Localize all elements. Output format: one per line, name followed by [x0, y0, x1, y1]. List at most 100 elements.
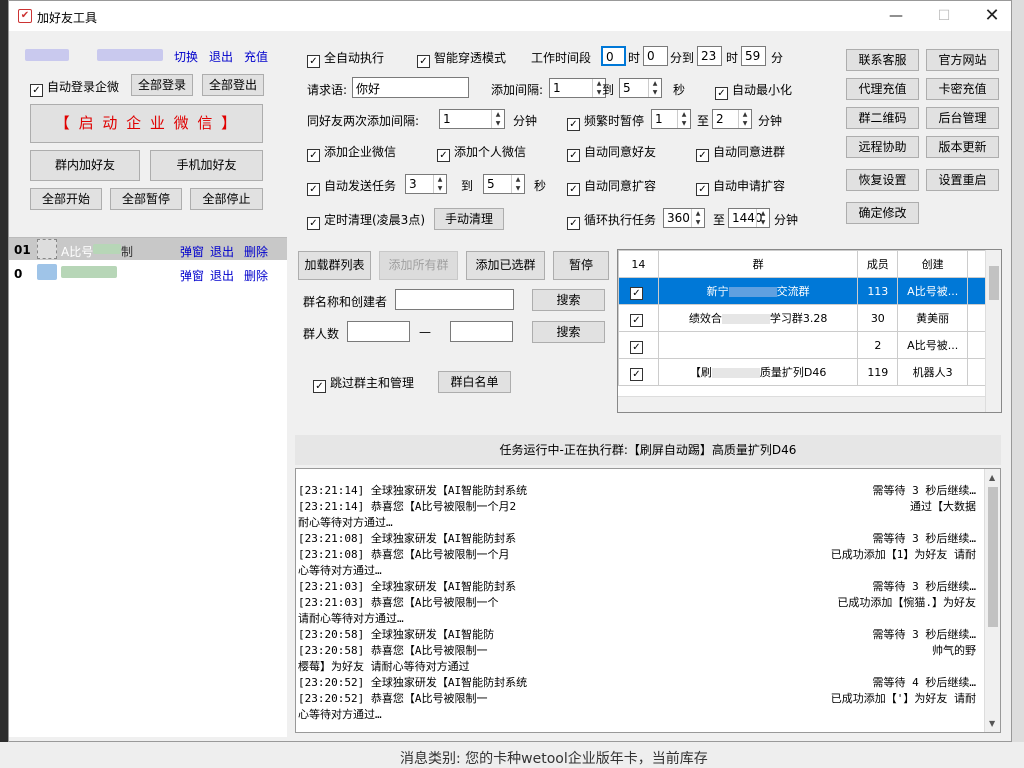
to-label: 到: [461, 179, 474, 193]
loop-to-stepper[interactable]: 1440 ▲ ▼: [728, 208, 770, 228]
delete-link[interactable]: 删除: [244, 267, 268, 284]
start-all-button[interactable]: 全部开始: [30, 188, 102, 210]
add-selected-groups-button[interactable]: 添加已选群: [466, 251, 545, 280]
row-checkbox[interactable]: ✓: [629, 364, 647, 381]
group-name-header[interactable]: 群: [657, 250, 859, 278]
table-row[interactable]: ✓ 2 A比号被...: [618, 331, 988, 359]
whitelist-button[interactable]: 群白名单: [438, 371, 511, 393]
loop-task-checkbox[interactable]: ✓ 循环执行任务: [567, 211, 656, 230]
delete-link[interactable]: 删除: [244, 243, 268, 260]
scroll-thumb[interactable]: [989, 266, 999, 300]
auto-accept-group-checkbox[interactable]: ✓ 自动同意进群: [696, 143, 785, 162]
pause-all-button[interactable]: 全部暂停: [110, 188, 182, 210]
add-all-groups-button[interactable]: 添加所有群: [379, 251, 458, 280]
stop-all-button[interactable]: 全部停止: [190, 188, 263, 210]
smart-mode-checkbox[interactable]: ✓ 智能穿透模式: [417, 49, 506, 68]
spin-arrows-icon[interactable]: ▲ ▼: [677, 110, 690, 128]
table-row[interactable]: ✓ 绩效合 学习群3.28 30 黄美丽: [618, 304, 988, 332]
loop-from-stepper[interactable]: 360 ▲ ▼: [663, 208, 705, 228]
creator-header[interactable]: 创建: [897, 250, 969, 278]
spin-arrows-icon[interactable]: ▲ ▼: [511, 175, 524, 193]
row-checkbox[interactable]: ✓: [629, 310, 647, 327]
interval-from-stepper[interactable]: 1 ▲ ▼: [549, 78, 606, 98]
row-checkbox[interactable]: ✓: [629, 337, 647, 354]
auto-login-checkbox[interactable]: ✓ 自动登录企微: [30, 78, 119, 97]
interval-to-stepper[interactable]: 5 ▲ ▼: [619, 78, 662, 98]
row-logout-link[interactable]: 退出: [210, 267, 234, 284]
min-size-input[interactable]: [347, 321, 410, 342]
table-row[interactable]: ✓ 新宁 交流群 113 A比号被...: [618, 277, 988, 305]
send-to-stepper[interactable]: 5 ▲ ▼: [483, 174, 525, 194]
group-add-friend-button[interactable]: 群内加好友: [30, 150, 140, 181]
search-name-button[interactable]: 搜索: [532, 289, 605, 311]
group-qrcode-button[interactable]: 群二维码: [846, 107, 919, 129]
minimize-button[interactable]: —: [873, 1, 919, 31]
log-scrollbar[interactable]: ▲ ▼: [984, 469, 1000, 732]
spin-arrows-icon[interactable]: ▲ ▼: [738, 110, 751, 128]
close-button[interactable]: ✕: [969, 1, 1011, 31]
official-site-button[interactable]: 官方网站: [926, 49, 999, 71]
spin-arrows-icon[interactable]: ▲ ▼: [691, 209, 704, 227]
logout-all-button[interactable]: 全部登出: [202, 74, 264, 96]
add-wecom-checkbox[interactable]: ✓ 添加企业微信: [307, 143, 396, 162]
load-groups-button[interactable]: 加载群列表: [298, 251, 371, 280]
max-size-input[interactable]: [450, 321, 513, 342]
group-name-input[interactable]: [395, 289, 514, 310]
end-hour-input[interactable]: 23: [697, 46, 722, 66]
contact-support-button[interactable]: 联系客服: [846, 49, 919, 71]
request-input[interactable]: 你好: [352, 77, 469, 98]
switch-link[interactable]: 切换: [174, 48, 198, 65]
check-icon: ✓: [417, 55, 430, 68]
maximize-button[interactable]: ☐: [921, 1, 967, 31]
row-logout-link[interactable]: 退出: [210, 243, 234, 260]
end-minute-input[interactable]: 59: [741, 46, 766, 66]
start-minute-input[interactable]: 0: [643, 46, 668, 66]
login-all-button[interactable]: 全部登录: [131, 74, 193, 96]
spin-arrows-icon[interactable]: ▲ ▼: [433, 175, 446, 193]
manual-clear-button[interactable]: 手动清理: [434, 208, 504, 230]
pause-button[interactable]: 暂停: [553, 251, 609, 280]
auto-apply-expand-checkbox[interactable]: ✓ 自动申请扩容: [696, 177, 785, 196]
restore-settings-button[interactable]: 恢复设置: [846, 169, 919, 191]
scroll-down-icon[interactable]: ▼: [989, 719, 995, 728]
admin-button[interactable]: 后台管理: [926, 107, 999, 129]
spin-arrows-icon[interactable]: ▲ ▼: [756, 209, 769, 227]
members-header[interactable]: 成员: [857, 250, 899, 278]
agent-recharge-button[interactable]: 代理充值: [846, 78, 919, 100]
scroll-thumb[interactable]: [988, 487, 998, 627]
remote-assist-button[interactable]: 远程协助: [846, 136, 919, 158]
send-from-stepper[interactable]: 3 ▲ ▼: [405, 174, 447, 194]
start-wecom-button[interactable]: 【 启 动 企 业 微 信 】: [30, 104, 263, 143]
search-size-button[interactable]: 搜索: [532, 321, 605, 343]
row-checkbox[interactable]: ✓: [629, 283, 647, 300]
spin-arrows-icon[interactable]: ▲ ▼: [648, 79, 661, 97]
logout-link[interactable]: 退出: [209, 48, 233, 65]
recharge-link[interactable]: 充值: [244, 48, 268, 65]
popup-link[interactable]: 弹窗: [180, 267, 204, 284]
skip-admin-checkbox[interactable]: ✓ 跳过群主和管理: [313, 374, 414, 393]
auto-agree-expand-checkbox[interactable]: ✓ 自动同意扩容: [567, 177, 656, 196]
start-hour-input[interactable]: 0: [601, 46, 626, 66]
version-update-button[interactable]: 版本更新: [926, 136, 999, 158]
pause-to-stepper[interactable]: 2 ▲ ▼: [712, 109, 752, 129]
auto-accept-friend-checkbox[interactable]: ✓ 自动同意好友: [567, 143, 656, 162]
table-scrollbar[interactable]: [985, 250, 1001, 412]
pause-from-stepper[interactable]: 1 ▲ ▼: [651, 109, 691, 129]
same-friend-stepper[interactable]: 1 ▲ ▼: [439, 109, 505, 129]
settings-restart-button[interactable]: 设置重启: [926, 169, 999, 191]
popup-link[interactable]: 弹窗: [180, 243, 204, 260]
phone-add-friend-button[interactable]: 手机加好友: [150, 150, 263, 181]
auto-send-checkbox[interactable]: ✓ 自动发送任务: [307, 177, 396, 196]
add-personal-checkbox[interactable]: ✓ 添加个人微信: [437, 143, 526, 162]
frequent-pause-checkbox[interactable]: ✓ 频繁时暂停: [567, 112, 644, 131]
select-all-header[interactable]: 14: [618, 250, 659, 278]
table-hscrollbar[interactable]: [618, 396, 985, 412]
card-recharge-button[interactable]: 卡密充值: [926, 78, 999, 100]
table-row[interactable]: ✓ 【刷 质量扩列D46 119 机器人3: [618, 358, 988, 386]
spin-arrows-icon[interactable]: ▲ ▼: [491, 110, 504, 128]
scroll-up-icon[interactable]: ▲: [989, 473, 995, 482]
auto-exec-checkbox[interactable]: ✓ 全自动执行: [307, 49, 384, 68]
timed-clear-checkbox[interactable]: ✓ 定时清理(凌晨3点): [307, 211, 425, 230]
confirm-edit-button[interactable]: 确定修改: [846, 202, 919, 224]
auto-minimize-checkbox[interactable]: ✓ 自动最小化: [715, 81, 792, 100]
